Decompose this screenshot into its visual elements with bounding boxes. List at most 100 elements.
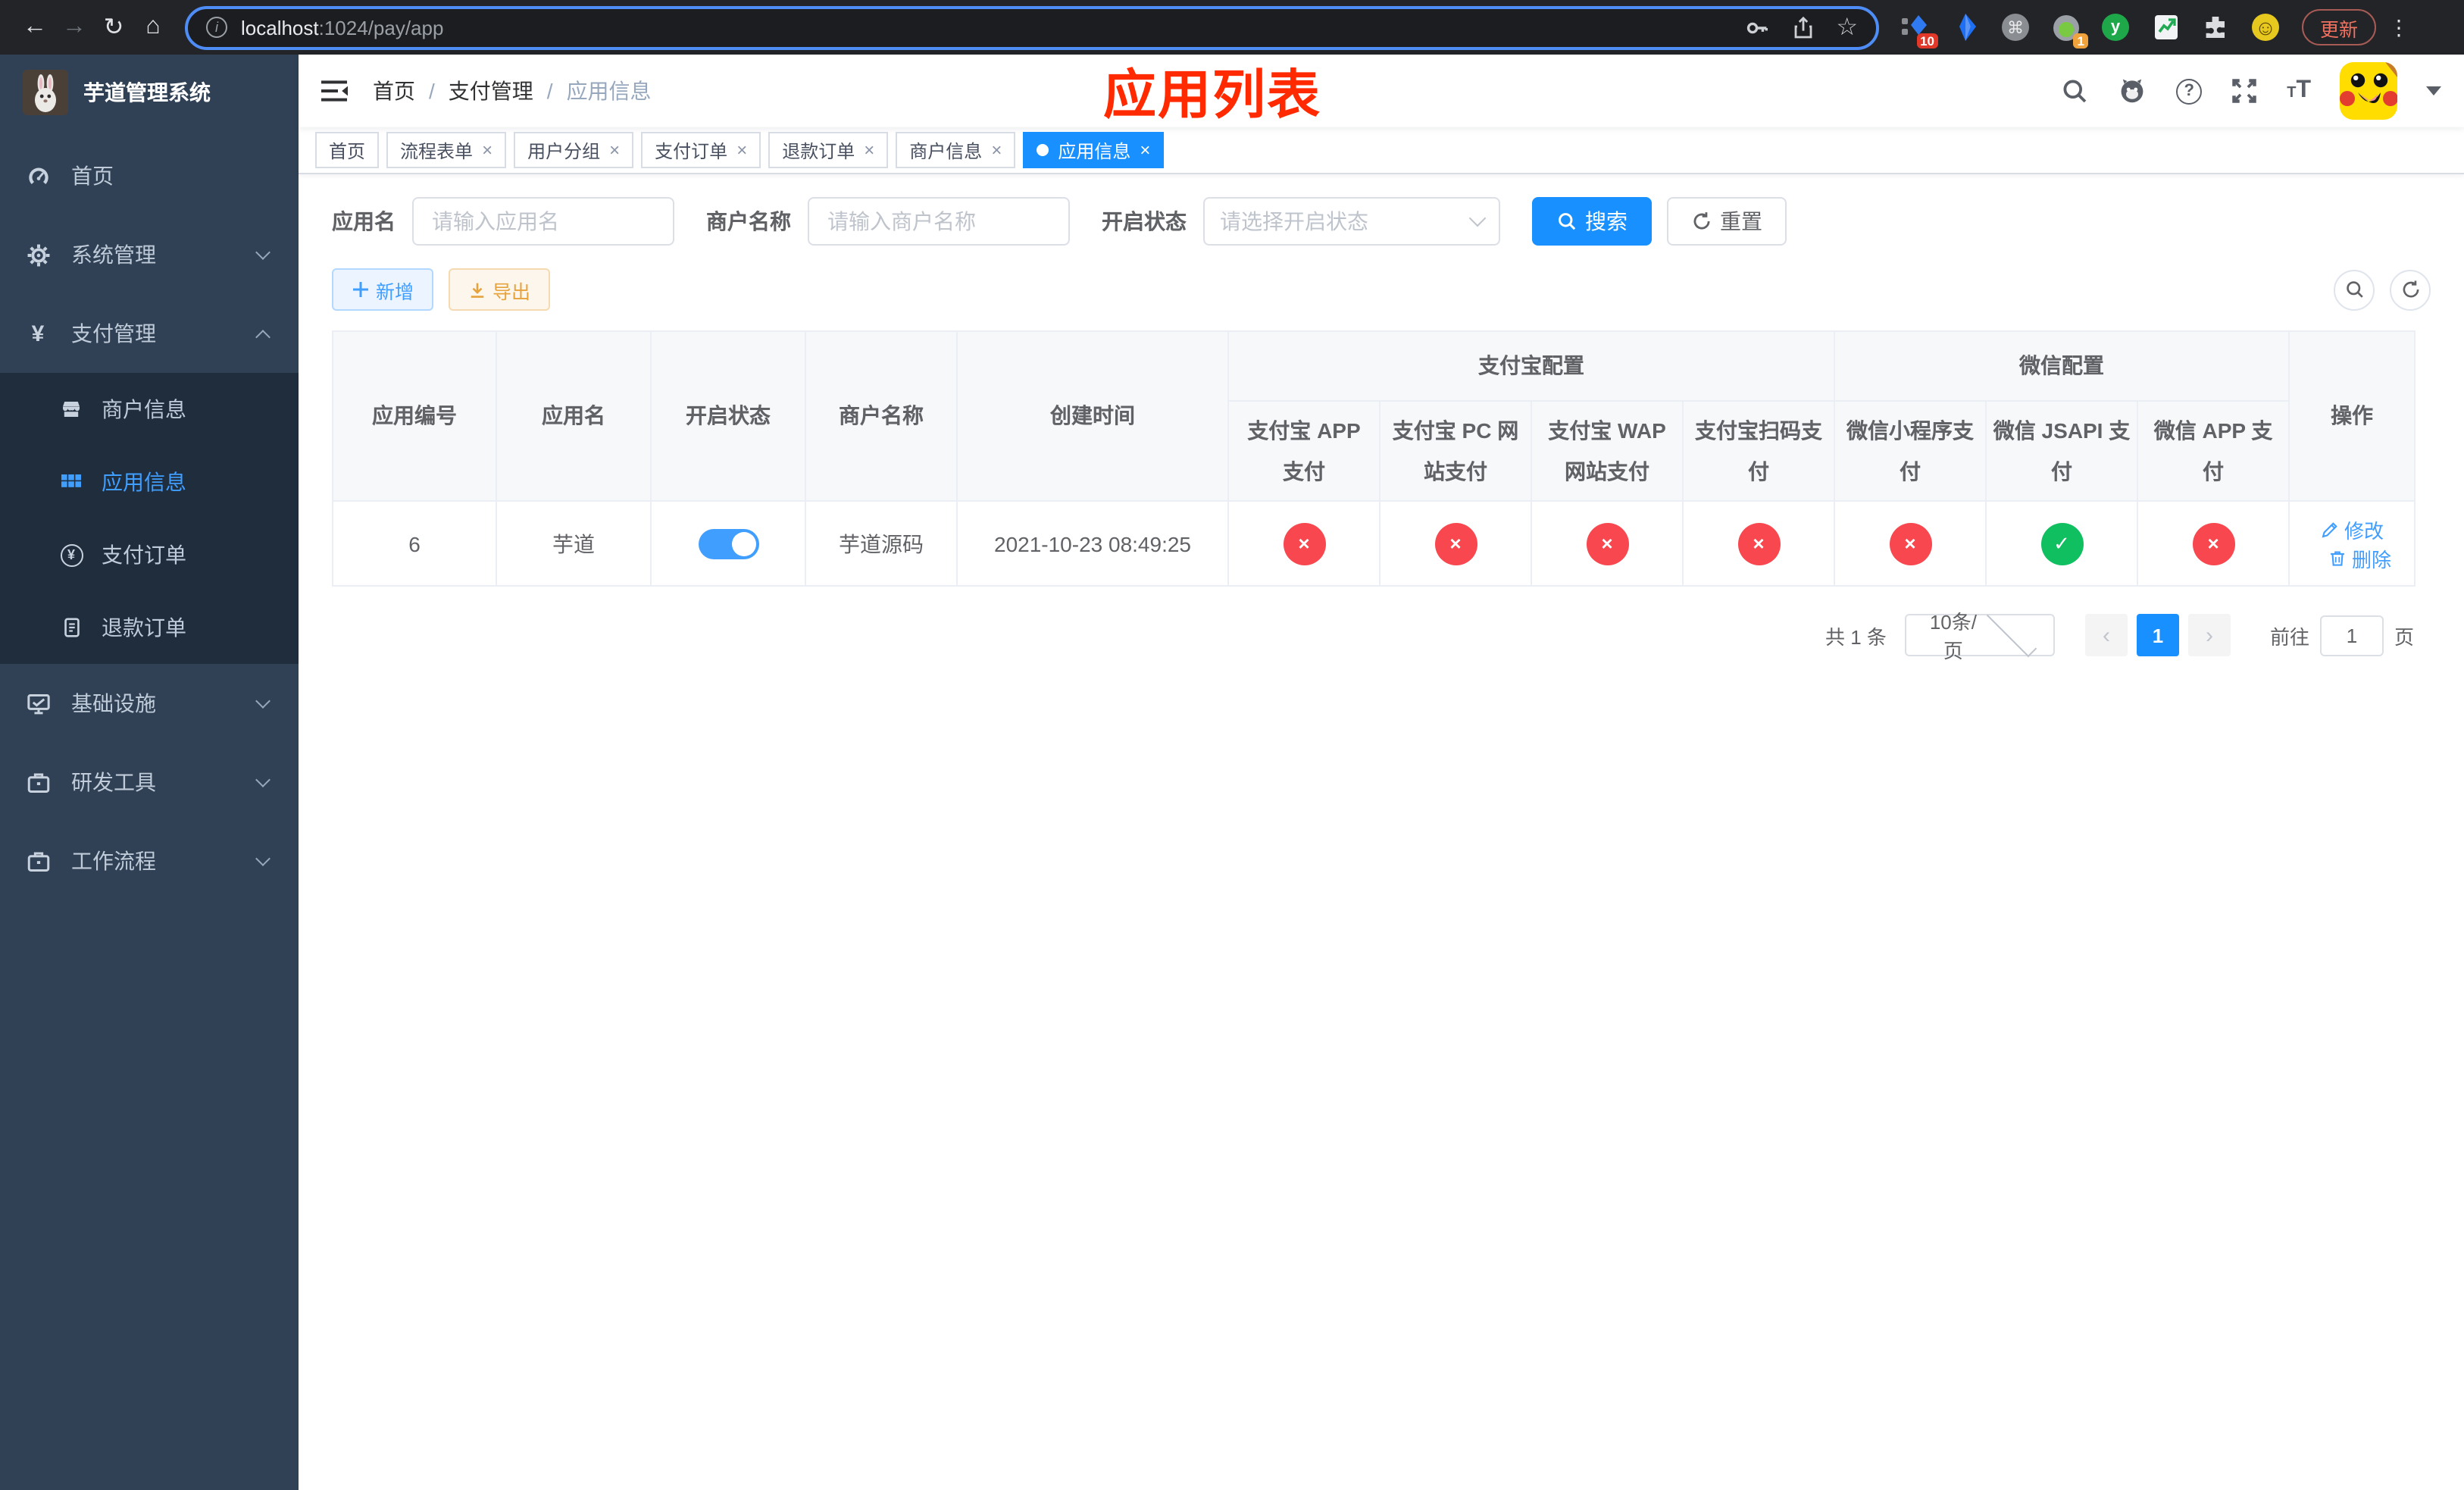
close-icon[interactable]: × xyxy=(482,141,492,159)
url-host: localhost xyxy=(241,16,319,39)
extension-chart-doc-icon[interactable] xyxy=(2150,12,2181,42)
tab-merchant-info[interactable]: 商户信息 × xyxy=(896,132,1016,168)
monitor-icon xyxy=(21,690,55,716)
sidebar-item-merchant-info[interactable]: 商户信息 xyxy=(0,373,299,446)
sidebar-item-home[interactable]: 首页 xyxy=(0,136,299,215)
goto-page-input[interactable] xyxy=(2319,615,2384,656)
share-icon[interactable] xyxy=(1790,14,1815,40)
close-icon[interactable]: × xyxy=(864,141,874,159)
cell-alipay-qr: × xyxy=(1682,500,1835,587)
avatar[interactable] xyxy=(2340,62,2397,120)
col-app-name: 应用名 xyxy=(496,330,652,502)
sidebar-item-pay-order[interactable]: ¥ 支付订单 xyxy=(0,518,299,591)
status-icon: × xyxy=(1586,522,1628,565)
col-group-wechat: 微信配置 xyxy=(1833,330,2290,402)
reset-button[interactable]: 重置 xyxy=(1667,197,1787,246)
col-wx-mini: 微信小程序支付 xyxy=(1834,400,1987,502)
page-number-button[interactable]: 1 xyxy=(2136,614,2179,656)
sidebar-item-label: 支付订单 xyxy=(102,543,186,567)
close-icon[interactable]: × xyxy=(609,141,620,159)
cell-alipay-pc: × xyxy=(1379,500,1532,587)
browser-back-button[interactable]: ← xyxy=(15,8,55,47)
status-icon: × xyxy=(2192,522,2235,565)
site-info-icon[interactable]: i xyxy=(206,17,227,38)
extensions-puzzle-icon[interactable] xyxy=(2200,12,2231,42)
url-text: localhost:1024/pay/app xyxy=(241,16,443,39)
extension-emoji-icon[interactable]: ☺ xyxy=(2250,12,2281,42)
sidebar-item-refund-order[interactable]: 退款订单 xyxy=(0,591,299,664)
page-size-select[interactable]: 10条/页 xyxy=(1904,606,2055,662)
browser-update-button[interactable]: 更新 xyxy=(2302,9,2377,45)
close-icon[interactable]: × xyxy=(991,141,1002,159)
sidebar-item-label: 应用信息 xyxy=(102,470,186,494)
yen-icon: ¥ xyxy=(31,321,45,346)
extension-badge: 10 xyxy=(1916,33,1938,49)
browser-forward-button[interactable]: → xyxy=(55,8,94,47)
close-icon[interactable]: × xyxy=(736,141,747,159)
goto-prefix: 前往 xyxy=(2269,625,2309,648)
browser-reload-button[interactable]: ↻ xyxy=(94,8,133,47)
breadcrumb-current: 应用信息 xyxy=(566,79,652,103)
search-button[interactable]: 搜索 xyxy=(1532,197,1652,246)
sidebar-item-payment[interactable]: ¥ 支付管理 xyxy=(0,294,299,373)
status-toggle[interactable] xyxy=(698,528,758,559)
breadcrumb-home[interactable]: 首页 xyxy=(373,76,415,106)
sidebar-item-system[interactable]: 系统管理 xyxy=(0,215,299,294)
export-button[interactable]: 导出 xyxy=(449,268,551,311)
delete-link[interactable]: 删除 xyxy=(2328,543,2391,572)
breadcrumb: 首页 / 支付管理 / 应用信息 xyxy=(373,76,652,106)
extension-blue-diamond-icon[interactable]: 10 xyxy=(1900,12,1938,49)
address-bar[interactable]: i localhost:1024/pay/app ☆ xyxy=(185,5,1879,49)
tab-app-info[interactable]: 应用信息 × xyxy=(1023,132,1165,168)
help-icon[interactable]: ? xyxy=(2176,78,2203,104)
extension-command-icon[interactable]: ⌘ xyxy=(2000,12,2031,42)
next-page-button[interactable]: › xyxy=(2187,614,2231,656)
url-path: :1024/pay/app xyxy=(318,16,444,39)
tab-user-group[interactable]: 用户分组 × xyxy=(514,132,634,168)
sidebar-item-app-info[interactable]: 应用信息 xyxy=(0,446,299,518)
sidebar-logo[interactable]: 芋道管理系统 xyxy=(0,55,299,130)
tab-home[interactable]: 首页 xyxy=(315,132,380,168)
merchant-name-input[interactable] xyxy=(808,197,1070,246)
cell-merchant: 芋道源码 xyxy=(805,500,958,587)
sidebar: 芋道管理系统 首页 系统管理 ¥ 支付管理 商户信息 应用信息 ¥ 支付订单 退… xyxy=(0,55,299,1490)
extension-kite-icon[interactable] xyxy=(1950,12,1981,42)
key-icon[interactable] xyxy=(1743,14,1769,40)
show-search-button[interactable] xyxy=(2334,269,2375,310)
refresh-button[interactable] xyxy=(2390,269,2431,310)
app-table: 应用编号 应用名 开启状态 商户名称 创建时间 支付宝配置 微信配置 操作 支付… xyxy=(332,330,2431,587)
browser-menu-icon[interactable]: ⋮ xyxy=(2388,14,2409,40)
cell-app-name: 芋道 xyxy=(496,500,652,587)
store-icon xyxy=(56,397,86,421)
extension-green-circle-icon[interactable]: y xyxy=(2100,12,2131,42)
cell-wx-app: × xyxy=(2136,500,2290,587)
sidebar-item-label: 研发工具 xyxy=(71,770,156,794)
payment-submenu: 商户信息 应用信息 ¥ 支付订单 退款订单 xyxy=(0,373,299,664)
bookmark-star-icon[interactable]: ☆ xyxy=(1836,12,1858,42)
sidebar-item-infrastructure[interactable]: 基础设施 xyxy=(0,664,299,743)
app-name-input[interactable] xyxy=(412,197,674,246)
caret-down-icon[interactable] xyxy=(2426,86,2441,95)
tab-process-form[interactable]: 流程表单 × xyxy=(386,132,507,168)
sidebar-collapse-icon[interactable] xyxy=(321,79,349,103)
extension-recorder-icon[interactable]: 1 xyxy=(2050,12,2088,49)
browser-home-button[interactable]: ⌂ xyxy=(133,8,173,47)
close-icon[interactable]: × xyxy=(1140,141,1150,159)
status-select[interactable]: 请选择开启状态 xyxy=(1203,197,1500,246)
sidebar-item-workflow[interactable]: 工作流程 xyxy=(0,822,299,900)
fullscreen-icon[interactable] xyxy=(2231,77,2258,105)
extension-badge: 1 xyxy=(2073,33,2088,49)
font-size-icon[interactable]: TT xyxy=(2287,77,2311,105)
breadcrumb-section[interactable]: 支付管理 xyxy=(449,76,533,106)
sidebar-item-dev-tools[interactable]: 研发工具 xyxy=(0,743,299,822)
prev-page-button[interactable]: ‹ xyxy=(2084,614,2128,656)
edit-link[interactable]: 修改 xyxy=(2320,515,2384,543)
tab-pay-order[interactable]: 支付订单 × xyxy=(641,132,761,168)
breadcrumb-separator: / xyxy=(429,79,435,103)
chevron-down-icon xyxy=(255,693,270,709)
add-button[interactable]: 新增 xyxy=(332,268,434,311)
search-icon[interactable] xyxy=(2061,77,2088,105)
tab-refund-order[interactable]: 退款订单 × xyxy=(768,132,889,168)
col-group-alipay: 支付宝配置 xyxy=(1227,330,1835,402)
github-icon[interactable] xyxy=(2117,76,2147,106)
